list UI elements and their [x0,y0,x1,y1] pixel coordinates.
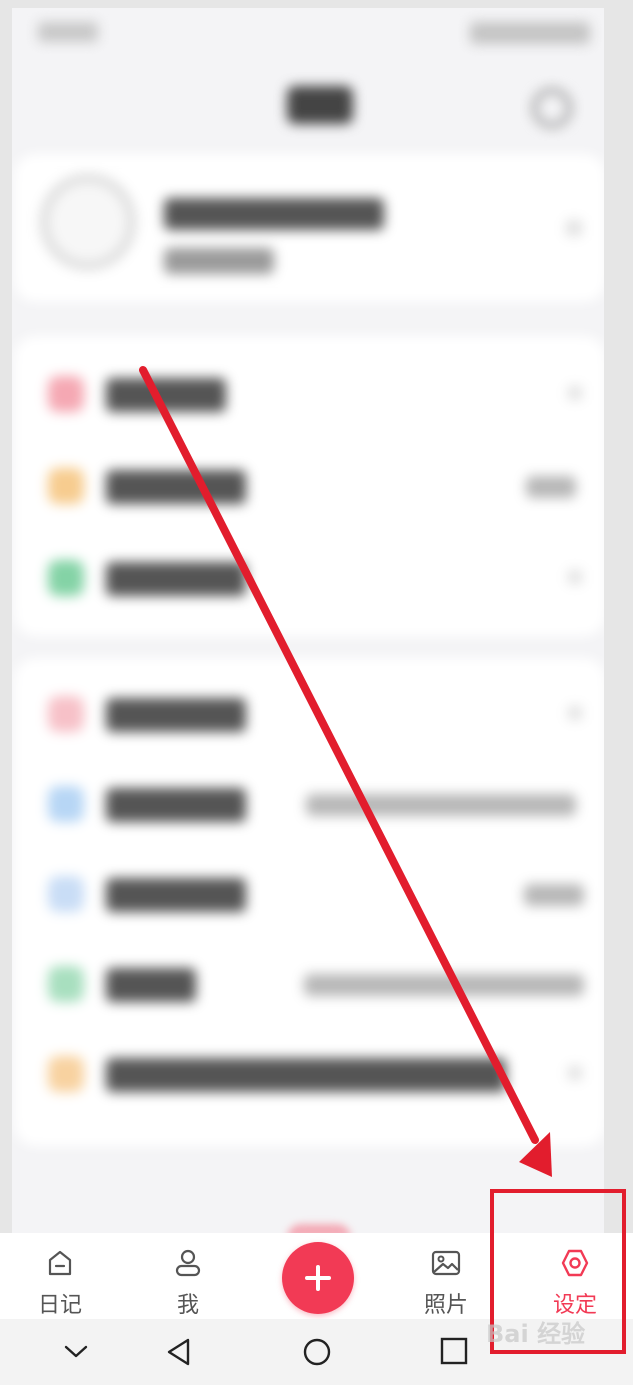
row-icon [48,786,84,822]
row-icon [48,468,84,504]
list-item[interactable] [14,854,604,934]
row-value [524,884,584,906]
profile-card[interactable] [14,154,604,302]
row-icon [48,1056,84,1092]
chevron-down-icon[interactable] [62,1337,90,1365]
chevron-right-icon [568,386,582,400]
chevron-right-icon [568,570,582,584]
tab-photos[interactable]: 照片 [406,1233,486,1319]
row-icon [48,966,84,1002]
row-toggle[interactable] [526,476,576,498]
row-label [106,1058,506,1092]
row-label [106,878,246,912]
profile-subtitle [164,248,274,274]
app-screen [12,8,604,1248]
row-label [106,470,246,504]
row-icon [48,696,84,732]
watermark: Bai 经验 [486,1320,586,1348]
list-item[interactable] [14,674,604,754]
recents-square-icon[interactable] [440,1337,468,1365]
list-item[interactable] [14,1034,604,1114]
chevron-right-icon [566,220,582,236]
tab-label: 照片 [423,1293,468,1318]
list-item[interactable] [14,446,604,526]
row-value [304,974,584,996]
tab-label: 日记 [37,1293,82,1318]
settings-group-1 [14,336,604,636]
row-value [306,794,576,816]
status-icons [470,22,590,44]
home-circle-icon[interactable] [302,1337,332,1367]
list-item[interactable] [14,354,604,434]
chevron-right-icon [568,706,582,720]
row-icon [48,876,84,912]
avatar [40,174,136,270]
row-label [106,968,196,1002]
photo-icon [431,1250,461,1276]
tab-label: 我 [176,1293,199,1318]
row-label [106,562,246,596]
row-icon [48,376,84,412]
row-icon [48,560,84,596]
chevron-right-icon [568,1066,582,1080]
plus-icon [305,1265,331,1291]
status-time [38,22,98,42]
add-entry-button[interactable] [282,1242,354,1314]
tab-me[interactable]: 我 [148,1233,228,1319]
row-label [106,698,246,732]
diary-icon [48,1250,72,1276]
list-item[interactable] [14,764,604,844]
row-label [106,788,246,822]
status-bar [12,8,604,60]
back-triangle-icon[interactable] [164,1337,194,1367]
search-icon[interactable] [532,88,572,128]
profile-name [164,198,384,230]
page-title [287,86,353,124]
settings-group-2 [14,658,604,1146]
tab-diary[interactable]: 日记 [20,1233,100,1319]
person-icon [175,1249,201,1277]
list-item[interactable] [14,538,604,618]
list-item[interactable] [14,944,604,1024]
row-label [106,378,226,412]
